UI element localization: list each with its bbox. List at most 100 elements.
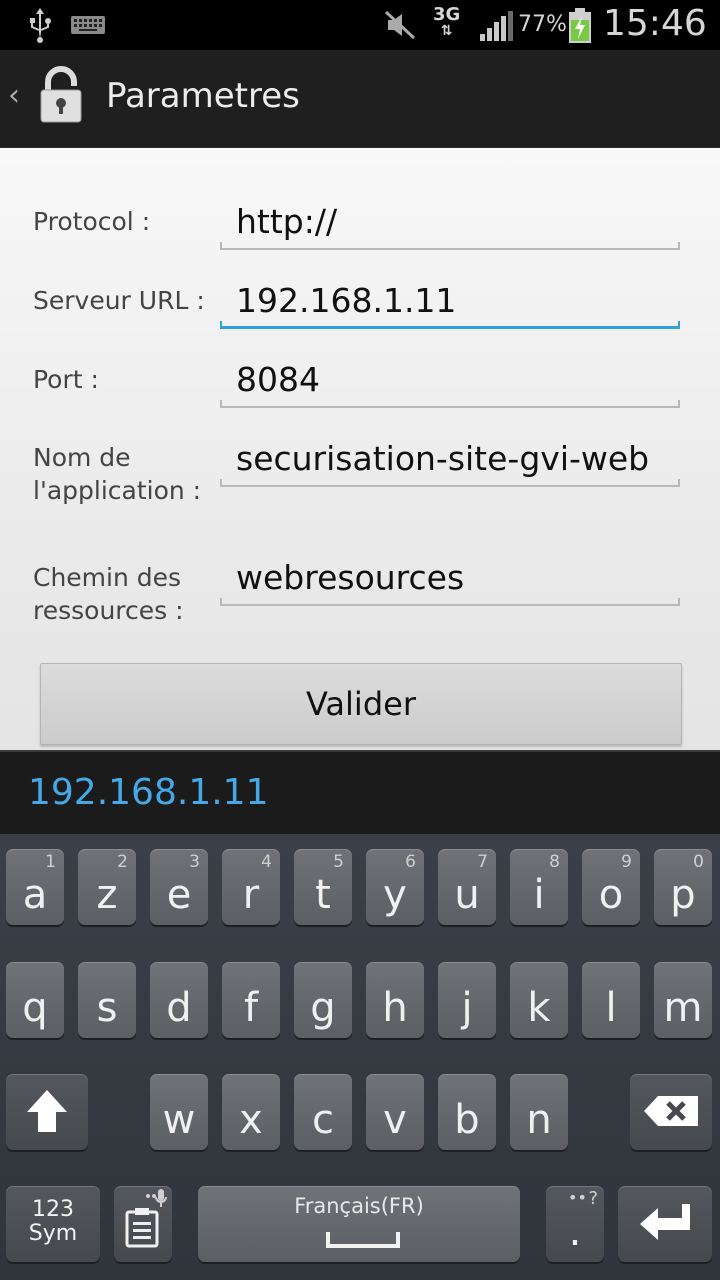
port-field[interactable]: 8084 [220, 358, 680, 408]
network-arrows-icon: ⇅ [440, 23, 453, 39]
key-number-hint: 9 [621, 852, 632, 872]
app-name-label: Nom de l'application : [33, 441, 201, 507]
key-number-hint: 1 [45, 852, 56, 872]
enter-key[interactable] [618, 1186, 712, 1262]
symbols-key[interactable]: 123 Sym [6, 1186, 100, 1262]
backspace-key[interactable] [630, 1074, 712, 1150]
shift-key[interactable] [6, 1074, 88, 1150]
server-url-label: Serveur URL : [33, 286, 205, 315]
key-k[interactable]: k [510, 962, 568, 1038]
key-l[interactable]: l [582, 962, 640, 1038]
battery-percentage: 77% [518, 12, 567, 37]
app-name-field[interactable]: securisation-site-gvi-web [220, 437, 680, 487]
space-key[interactable]: Français(FR) [198, 1186, 520, 1262]
key-char: u [454, 872, 480, 918]
resources-path-label-line2: ressources : [33, 596, 184, 625]
key-j[interactable]: j [438, 962, 496, 1038]
field-underline [220, 400, 680, 408]
enter-icon [638, 1202, 694, 1248]
protocol-value: http:// [236, 202, 338, 241]
port-value: 8084 [236, 360, 320, 399]
key-t[interactable]: 5t [294, 849, 352, 925]
key-number-hint: 4 [261, 852, 272, 872]
period-dots-icon: •• [568, 1188, 587, 1207]
resources-path-value: webresources [236, 558, 465, 597]
key-s[interactable]: s [78, 962, 136, 1038]
symbols-line1: 123 [32, 1197, 74, 1222]
signal-icon [478, 10, 514, 46]
app-name-label-line2: l'application : [33, 476, 202, 505]
key-u[interactable]: 7u [438, 849, 496, 925]
status-bar: 3G ⇅ 77% 15:46 [0, 0, 720, 50]
key-char: e [166, 872, 192, 918]
key-char: j [461, 985, 473, 1031]
field-underline [220, 598, 680, 606]
key-g[interactable]: g [294, 962, 352, 1038]
on-screen-keyboard: 1a 2z 3e 4r 5t 6y 7u 8i 9o 0p q s d f g … [0, 834, 720, 1280]
key-number-hint: 5 [333, 852, 344, 872]
protocol-field[interactable]: http:// [220, 200, 680, 250]
key-z[interactable]: 2z [78, 849, 136, 925]
key-f[interactable]: f [222, 962, 280, 1038]
usb-icon [26, 6, 54, 48]
lock-icon[interactable] [38, 66, 84, 128]
server-url-field[interactable]: 192.168.1.11 [220, 279, 680, 329]
back-chevron-icon[interactable]: ‹ [8, 78, 20, 113]
key-char: k [527, 985, 551, 1031]
key-char: r [242, 872, 260, 918]
key-d[interactable]: d [150, 962, 208, 1038]
key-char: s [96, 985, 118, 1031]
action-bar: ‹ Parametres [0, 50, 720, 149]
keyboard-icon [70, 14, 106, 40]
app-name-value: securisation-site-gvi-web [236, 439, 650, 478]
key-b[interactable]: b [438, 1074, 496, 1150]
key-char: a [22, 872, 48, 918]
network-indicator: 3G ⇅ [433, 6, 460, 39]
key-i[interactable]: 8i [510, 849, 568, 925]
key-char: i [533, 872, 545, 918]
clipboard-voice-key[interactable] [114, 1186, 172, 1262]
key-e[interactable]: 3e [150, 849, 208, 925]
key-char: m [663, 985, 703, 1031]
field-underline [220, 242, 680, 250]
period-key[interactable]: ? •• . [546, 1186, 604, 1262]
field-underline [220, 479, 680, 487]
server-url-value: 192.168.1.11 [236, 281, 457, 320]
key-m[interactable]: m [654, 962, 712, 1038]
shift-arrow-icon [25, 1088, 69, 1138]
key-number-hint: 8 [549, 852, 560, 872]
key-w[interactable]: w [150, 1074, 208, 1150]
key-number-hint: 2 [117, 852, 128, 872]
key-q[interactable]: q [6, 962, 64, 1038]
app-name-label-line1: Nom de [33, 443, 131, 472]
spacebar-icon [326, 1232, 400, 1248]
symbols-line2: Sym [28, 1221, 78, 1246]
field-underline-focused [220, 321, 680, 329]
key-x[interactable]: x [222, 1074, 280, 1150]
key-char: n [526, 1097, 552, 1143]
period-hint: ? [588, 1188, 598, 1209]
key-char: d [166, 985, 192, 1031]
key-char: z [96, 872, 118, 918]
key-char: p [670, 872, 696, 918]
key-number-hint: 0 [693, 852, 704, 872]
key-char: f [243, 985, 259, 1031]
key-y[interactable]: 6y [366, 849, 424, 925]
key-char: t [315, 872, 331, 918]
key-p[interactable]: 0p [654, 849, 712, 925]
key-n[interactable]: n [510, 1074, 568, 1150]
key-o[interactable]: 9o [582, 849, 640, 925]
key-h[interactable]: h [366, 962, 424, 1038]
suggestion-word[interactable]: 192.168.1.11 [28, 772, 268, 813]
validate-button[interactable]: Valider [40, 663, 682, 745]
key-v[interactable]: v [366, 1074, 424, 1150]
key-char: y [383, 872, 407, 918]
backspace-icon [642, 1094, 700, 1132]
key-a[interactable]: 1a [6, 849, 64, 925]
suggestion-bar: 192.168.1.11 [0, 750, 720, 836]
resources-path-field[interactable]: webresources [220, 556, 680, 606]
battery-charging-icon [568, 8, 592, 48]
key-r[interactable]: 4r [222, 849, 280, 925]
protocol-label: Protocol : [33, 207, 151, 236]
key-c[interactable]: c [294, 1074, 352, 1150]
